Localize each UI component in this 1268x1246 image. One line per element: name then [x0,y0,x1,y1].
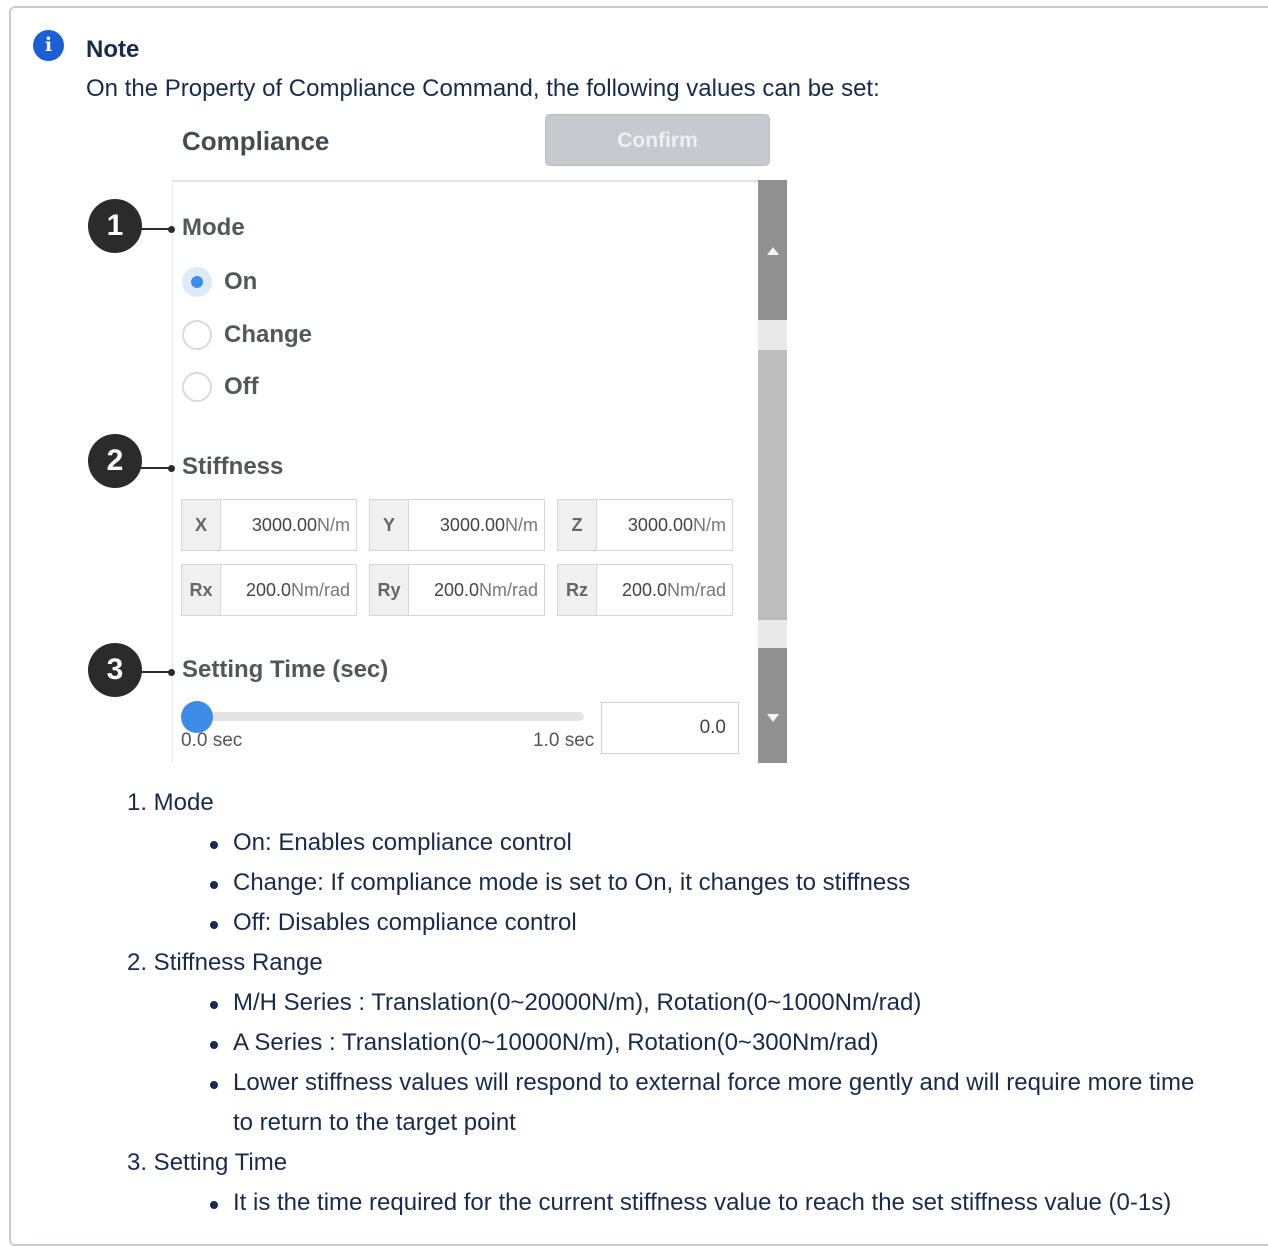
mode-option-label: On [224,268,258,295]
panel-header: Compliance Confirm [172,110,787,182]
slider-max-label: 1.0 sec [533,730,595,751]
bullet-icon [210,841,218,849]
setting-time-label: Setting Time (sec) [182,656,389,683]
compliance-panel: Compliance Confirm Mode On Change Off St… [172,110,787,763]
scroll-up-arrow-icon [767,247,779,255]
stiffness-y-field[interactable]: Y 3000.00N/m [369,499,545,551]
panel-scrollbar[interactable] [758,180,787,763]
callout-1: 1 [88,199,142,253]
stiffness-axis-label: Rz [558,565,597,615]
list-item-title: 2. Stiffness Range [127,949,323,976]
bullet-text: On: Enables compliance control [233,829,572,856]
bullet-text: A Series : Translation(0~10000N/m), Rota… [233,1029,879,1056]
stiffness-value[interactable]: 200.0Nm/rad [246,565,350,615]
mode-label: Mode [182,214,245,241]
callout-3: 3 [88,643,142,697]
note-title: Note [86,36,140,63]
setting-time-slider-handle[interactable] [181,701,213,733]
bullet-text: Off: Disables compliance control [233,909,577,936]
callout-dot [168,669,175,676]
slider-min-label: 0.0 sec [181,730,243,751]
list-item-title: 1. Mode [127,789,214,816]
stiffness-x-field[interactable]: X 3000.00N/m [181,499,357,551]
panel-title: Compliance [182,126,330,156]
bullet-text: M/H Series : Translation(0~20000N/m), Ro… [233,989,922,1016]
bullet-icon [210,881,218,889]
stiffness-value[interactable]: 3000.00N/m [628,500,726,550]
stiffness-value[interactable]: 200.0Nm/rad [434,565,538,615]
scrollbar-thumb[interactable] [758,350,787,620]
stiffness-value[interactable]: 3000.00N/m [252,500,350,550]
stiffness-label: Stiffness [182,453,284,480]
stiffness-axis-label: X [182,500,221,550]
stiffness-axis-label: Rx [182,565,221,615]
stiffness-value[interactable]: 3000.00N/m [440,500,538,550]
info-icon: i [33,30,64,61]
stiffness-ry-field[interactable]: Ry 200.0Nm/rad [369,564,545,616]
scroll-down-arrow-icon [767,714,779,722]
bullet-icon [210,1201,218,1209]
radio-selected-icon[interactable] [182,267,212,297]
stiffness-z-field[interactable]: Z 3000.00N/m [557,499,733,551]
bullet-icon [210,1001,218,1009]
mode-option-label: Change [224,321,313,348]
stiffness-axis-label: Ry [370,565,409,615]
callout-dot [168,465,175,472]
radio-unselected-icon[interactable] [182,372,212,402]
bullet-text: to return to the target point [233,1109,516,1136]
bullet-icon [210,1081,218,1089]
list-item-title: 3. Setting Time [127,1149,288,1176]
note-intro: On the Property of Compliance Command, t… [86,75,880,102]
scrollbar-down-button[interactable] [758,648,787,763]
callout-2: 2 [88,434,142,488]
bullet-icon [210,921,218,929]
stiffness-rz-field[interactable]: Rz 200.0Nm/rad [557,564,733,616]
stiffness-rx-field[interactable]: Rx 200.0Nm/rad [181,564,357,616]
setting-time-slider-track[interactable] [186,712,584,721]
stiffness-value[interactable]: 200.0Nm/rad [622,565,726,615]
bullet-text: Change: If compliance mode is set to On,… [233,869,911,896]
confirm-button[interactable]: Confirm [545,114,770,166]
stiffness-axis-label: Z [558,500,597,550]
mode-option-label: Off [224,373,259,400]
bullet-icon [210,1041,218,1049]
stiffness-axis-label: Y [370,500,409,550]
setting-time-input[interactable]: 0.0 [601,702,739,754]
radio-unselected-icon[interactable] [182,320,212,350]
bullet-text: Lower stiffness values will respond to e… [233,1069,1195,1096]
bullet-text: It is the time required for the current … [233,1189,1172,1216]
callout-dot [168,226,175,233]
